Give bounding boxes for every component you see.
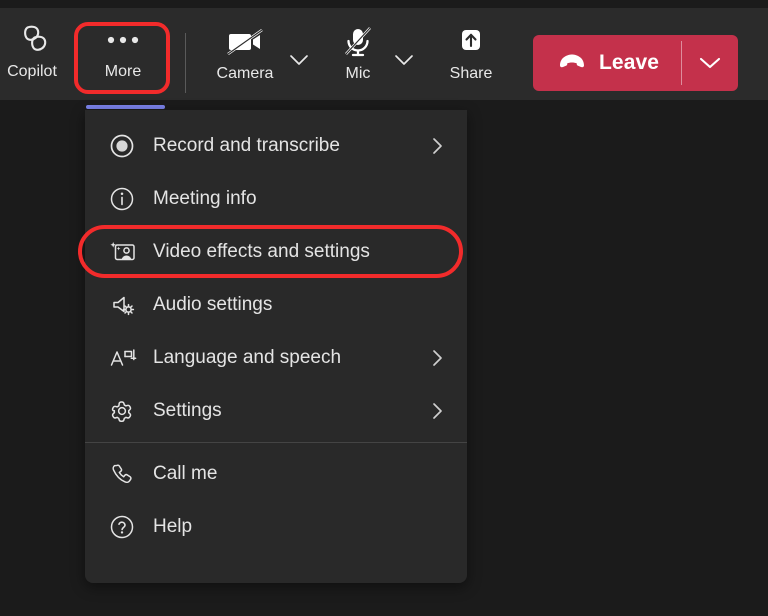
menu-item-language-and-speech[interactable]: Language and speech: [85, 331, 467, 384]
copilot-label: Copilot: [7, 63, 57, 80]
submenu-chevron-right-icon: [427, 401, 447, 421]
submenu-chevron-right-icon: [427, 348, 447, 368]
menu-item-label: Call me: [153, 462, 218, 484]
menu-item-label: Language and speech: [153, 346, 342, 368]
menu-item-call-me[interactable]: Call me: [85, 447, 467, 500]
camera-button[interactable]: Camera: [203, 22, 287, 84]
gear-icon: [109, 398, 139, 424]
menu-item-label: Record and transcribe: [153, 134, 340, 156]
share-label: Share: [449, 65, 493, 82]
menu-item-audio-settings[interactable]: Audio settings: [85, 278, 467, 331]
phone-icon: [109, 461, 139, 487]
copilot-icon: [14, 20, 50, 60]
mic-button[interactable]: Mic: [325, 22, 391, 84]
speaker-settings-icon: [109, 292, 139, 318]
leave-button-group: Leave: [533, 35, 739, 91]
camera-options-chevron-down-icon[interactable]: [285, 46, 313, 74]
toolbar-separator: [185, 33, 186, 93]
camera-off-icon: [225, 22, 265, 62]
meeting-toolbar: Copilot More Camera Mic Share Leave: [0, 8, 768, 109]
leave-options-chevron-down-icon[interactable]: [682, 35, 738, 91]
share-screen-icon: [454, 22, 488, 62]
menu-item-label: Settings: [153, 399, 222, 421]
camera-label: Camera: [216, 65, 274, 82]
language-icon: [109, 345, 139, 371]
copilot-button[interactable]: Copilot: [0, 20, 64, 82]
more-options-menu: Record and transcribe Meeting info Video…: [78, 110, 467, 583]
menu-item-record-and-transcribe[interactable]: Record and transcribe: [85, 119, 467, 172]
more-button[interactable]: More: [78, 20, 168, 82]
leave-label: Leave: [599, 51, 660, 74]
menu-item-label: Video effects and settings: [153, 240, 370, 262]
hang-up-icon: [557, 53, 587, 74]
submenu-chevron-right-icon: [427, 136, 447, 156]
menu-item-video-effects-and-settings[interactable]: Video effects and settings: [78, 225, 467, 278]
menu-item-label: Meeting info: [153, 187, 257, 209]
info-circle-icon: [109, 186, 139, 212]
leave-button[interactable]: Leave: [533, 35, 681, 91]
menu-item-meeting-info[interactable]: Meeting info: [85, 172, 467, 225]
menu-item-settings[interactable]: Settings: [85, 384, 467, 437]
more-active-indicator: [86, 105, 165, 109]
microphone-off-icon: [342, 22, 374, 62]
menu-item-label: Audio settings: [153, 293, 273, 315]
menu-item-help[interactable]: Help: [85, 500, 467, 553]
mic-options-chevron-down-icon[interactable]: [390, 46, 418, 74]
record-icon: [109, 133, 139, 159]
video-effects-icon: [109, 239, 139, 265]
menu-group-divider: [85, 442, 467, 443]
menu-item-label: Help: [153, 515, 193, 537]
mic-label: Mic: [345, 65, 371, 82]
share-button[interactable]: Share: [434, 22, 508, 84]
more-ellipsis-icon: [103, 20, 143, 60]
help-circle-icon: [109, 514, 139, 540]
more-label: More: [104, 63, 142, 80]
